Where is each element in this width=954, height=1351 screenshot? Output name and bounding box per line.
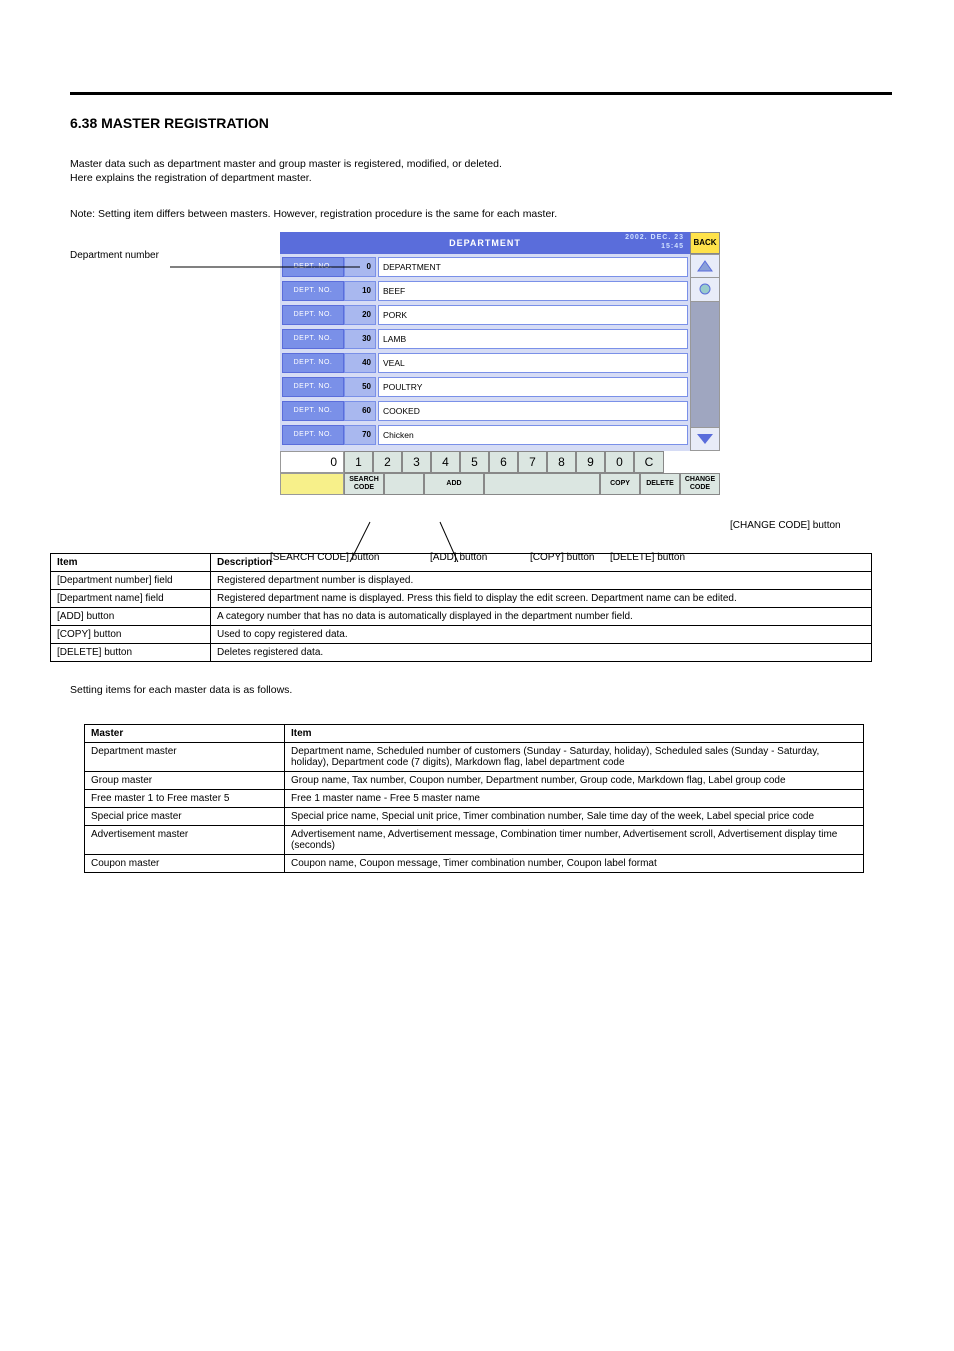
- function-row: SEARCH CODE ADD COPY DELETE CHANGE CODE: [280, 473, 720, 495]
- table-masters: MasterItem Department masterDepartment n…: [84, 724, 864, 873]
- dept-name-field[interactable]: BEEF: [378, 281, 688, 301]
- table-items: ItemDescription [Department number] fiel…: [50, 553, 872, 662]
- table-cell: Free 1 master name - Free 5 master name: [285, 789, 864, 807]
- table-cell: Department name, Scheduled number of cus…: [285, 742, 864, 771]
- key-9[interactable]: 9: [576, 451, 605, 473]
- callout-search: [SEARCH CODE] button: [270, 552, 379, 563]
- intro-note: Note: Setting item differs between maste…: [70, 207, 892, 221]
- dept-name-field[interactable]: Chicken: [378, 425, 688, 445]
- search-code-button[interactable]: SEARCH CODE: [344, 473, 384, 495]
- table-cell: Group master: [85, 771, 285, 789]
- fn-blank: [384, 473, 424, 495]
- table-cell: Deletes registered data.: [211, 643, 872, 661]
- key-2[interactable]: 2: [373, 451, 402, 473]
- add-button[interactable]: ADD: [424, 473, 484, 495]
- screen-datetime: 2002. DEC. 23 15:45: [625, 233, 684, 251]
- callout-change: [CHANGE CODE] button: [730, 520, 841, 531]
- key-clear[interactable]: C: [634, 451, 664, 473]
- table-cell: Free master 1 to Free master 5: [85, 789, 285, 807]
- callout-add: [ADD] button: [430, 552, 487, 563]
- intro-block: Master data such as department master an…: [70, 157, 892, 222]
- table-cell: [COPY] button: [51, 625, 211, 643]
- list-item: DEPT. NO.60COOKED: [282, 401, 688, 421]
- key-6[interactable]: 6: [489, 451, 518, 473]
- fn-gap: [484, 473, 600, 495]
- callout-dept-number: Department number: [70, 250, 159, 261]
- callout-delete: [DELETE] button: [610, 552, 685, 563]
- key-1[interactable]: 1: [344, 451, 373, 473]
- intro-line-2: Here explains the registration of depart…: [70, 171, 892, 185]
- table-cell: Advertisement master: [85, 825, 285, 854]
- dept-name-field[interactable]: VEAL: [378, 353, 688, 373]
- scroll-down-button[interactable]: [690, 427, 720, 451]
- copy-button[interactable]: COPY: [600, 473, 640, 495]
- scroll-indicator: [690, 278, 720, 302]
- list-item: DEPT. NO.30LAMB: [282, 329, 688, 349]
- th-master: Master: [85, 724, 285, 742]
- top-rule: [70, 92, 892, 95]
- intro-line-1: Master data such as department master an…: [70, 157, 892, 171]
- department-list: DEPT. NO.0DEPARTMENT DEPT. NO.10BEEF DEP…: [280, 254, 690, 451]
- scroll-rail: [690, 254, 720, 451]
- th-item: Item: [51, 553, 211, 571]
- table-cell: Special price master: [85, 807, 285, 825]
- table-cell: Registered department name is displayed.…: [211, 589, 872, 607]
- department-screen: DEPARTMENT 2002. DEC. 23 15:45 BACK DEPT…: [280, 232, 720, 495]
- scroll-up-button[interactable]: [690, 254, 720, 278]
- list-item: DEPT. NO.40VEAL: [282, 353, 688, 373]
- th-item2: Item: [285, 724, 864, 742]
- chevron-down-icon: [697, 434, 713, 444]
- table-cell: Coupon name, Coupon message, Timer combi…: [285, 854, 864, 872]
- section-title: 6.38 MASTER REGISTRATION: [70, 115, 892, 131]
- key-8[interactable]: 8: [547, 451, 576, 473]
- table-cell: [Department name] field: [51, 589, 211, 607]
- table-cell: Group name, Tax number, Coupon number, D…: [285, 771, 864, 789]
- mid-text: Setting items for each master data is as…: [70, 684, 892, 696]
- list-item: DEPT. NO.50POULTRY: [282, 377, 688, 397]
- key-7[interactable]: 7: [518, 451, 547, 473]
- dept-name-field[interactable]: PORK: [378, 305, 688, 325]
- dept-name-field[interactable]: POULTRY: [378, 377, 688, 397]
- dept-name-field[interactable]: COOKED: [378, 401, 688, 421]
- key-4[interactable]: 4: [431, 451, 460, 473]
- table-cell: Advertisement name, Advertisement messag…: [285, 825, 864, 854]
- scroll-track[interactable]: [690, 302, 720, 427]
- callout-copy: [COPY] button: [530, 552, 594, 563]
- table-cell: Department master: [85, 742, 285, 771]
- list-item: DEPT. NO.20PORK: [282, 305, 688, 325]
- keypad-row: 0 1 2 3 4 5 6 7 8 9 0 C: [280, 451, 720, 473]
- table-cell: Special price name, Special unit price, …: [285, 807, 864, 825]
- fn-yellow-pad: [280, 473, 344, 495]
- list-item: DEPT. NO.70Chicken: [282, 425, 688, 445]
- table-cell: [Department number] field: [51, 571, 211, 589]
- table-cell: Registered department number is displaye…: [211, 571, 872, 589]
- dept-name-field[interactable]: DEPARTMENT: [378, 257, 688, 277]
- list-item: DEPT. NO.10BEEF: [282, 281, 688, 301]
- screen-title: DEPARTMENT: [449, 238, 521, 248]
- key-0[interactable]: 0: [605, 451, 634, 473]
- delete-button[interactable]: DELETE: [640, 473, 680, 495]
- dept-name-field[interactable]: LAMB: [378, 329, 688, 349]
- table-cell: [DELETE] button: [51, 643, 211, 661]
- table-cell: Used to copy registered data.: [211, 625, 872, 643]
- screen-title-bar: DEPARTMENT 2002. DEC. 23 15:45: [280, 232, 690, 254]
- screenshot-wrap: DEPARTMENT 2002. DEC. 23 15:45 BACK DEPT…: [280, 232, 720, 495]
- key-3[interactable]: 3: [402, 451, 431, 473]
- key-5[interactable]: 5: [460, 451, 489, 473]
- table-cell: [ADD] button: [51, 607, 211, 625]
- back-button[interactable]: BACK: [690, 232, 720, 254]
- change-code-button[interactable]: CHANGE CODE: [680, 473, 720, 495]
- table-cell: A category number that has no data is au…: [211, 607, 872, 625]
- keypad-display: 0: [280, 451, 344, 473]
- list-item: DEPT. NO.0DEPARTMENT: [282, 257, 688, 277]
- table-cell: Coupon master: [85, 854, 285, 872]
